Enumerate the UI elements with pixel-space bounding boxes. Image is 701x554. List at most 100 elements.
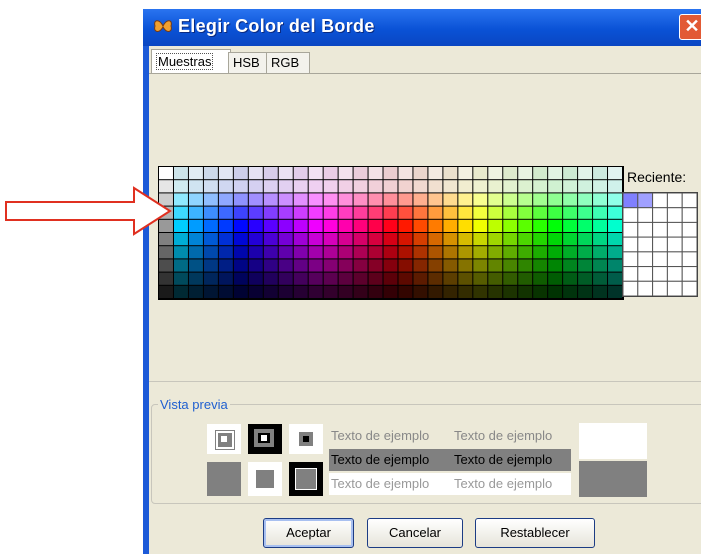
swatch-cell[interactable]	[218, 285, 233, 298]
swatch-cell[interactable]	[248, 233, 263, 246]
swatch-cell[interactable]	[278, 167, 293, 180]
recent-swatch-cell[interactable]	[622, 280, 639, 297]
swatch-cell[interactable]	[473, 246, 488, 259]
tab-muestras[interactable]: Muestras	[151, 49, 231, 74]
swatch-grid[interactable]	[158, 166, 624, 300]
swatch-cell[interactable]	[383, 219, 398, 232]
swatch-cell[interactable]	[308, 193, 323, 206]
swatch-cell[interactable]	[308, 285, 323, 298]
swatch-cell[interactable]	[218, 259, 233, 272]
swatch-cell[interactable]	[353, 246, 368, 259]
swatch-cell[interactable]	[593, 219, 608, 232]
swatch-cell[interactable]	[233, 167, 248, 180]
swatch-cell[interactable]	[278, 233, 293, 246]
swatch-cell[interactable]	[233, 233, 248, 246]
swatch-cell[interactable]	[443, 180, 458, 193]
swatch-cell[interactable]	[383, 246, 398, 259]
swatch-cell[interactable]	[248, 206, 263, 219]
swatch-cell[interactable]	[563, 193, 578, 206]
swatch-cell[interactable]	[323, 180, 338, 193]
swatch-cell[interactable]	[473, 180, 488, 193]
swatch-cell[interactable]	[383, 233, 398, 246]
swatch-cell[interactable]	[413, 233, 428, 246]
recent-swatch-cell[interactable]	[666, 207, 683, 223]
swatch-cell[interactable]	[548, 272, 563, 285]
swatch-cell[interactable]	[473, 193, 488, 206]
swatch-cell[interactable]	[203, 233, 218, 246]
tab-hsb[interactable]: HSB	[228, 52, 268, 73]
swatch-cell[interactable]	[443, 193, 458, 206]
swatch-cell[interactable]	[338, 167, 353, 180]
swatch-cell[interactable]	[338, 193, 353, 206]
swatch-cell[interactable]	[458, 206, 473, 219]
swatch-cell[interactable]	[428, 272, 443, 285]
swatch-cell[interactable]	[233, 285, 248, 298]
swatch-cell[interactable]	[233, 180, 248, 193]
swatch-cell[interactable]	[578, 206, 593, 219]
recent-swatch-cell[interactable]	[652, 236, 668, 253]
swatch-cell[interactable]	[368, 167, 383, 180]
swatch-cell[interactable]	[278, 206, 293, 219]
swatch-cell[interactable]	[548, 233, 563, 246]
swatch-cell[interactable]	[578, 246, 593, 259]
swatch-cell[interactable]	[338, 219, 353, 232]
swatch-cell[interactable]	[173, 233, 188, 246]
swatch-cell[interactable]	[608, 180, 622, 193]
swatch-cell[interactable]	[533, 180, 548, 193]
swatch-cell[interactable]	[159, 272, 173, 285]
swatch-cell[interactable]	[533, 233, 548, 246]
swatch-cell[interactable]	[488, 219, 503, 232]
swatch-cell[interactable]	[383, 167, 398, 180]
swatch-cell[interactable]	[383, 180, 398, 193]
swatch-cell[interactable]	[173, 167, 188, 180]
swatch-cell[interactable]	[293, 193, 308, 206]
swatch-cell[interactable]	[473, 206, 488, 219]
swatch-cell[interactable]	[398, 233, 413, 246]
swatch-cell[interactable]	[593, 285, 608, 298]
swatch-cell[interactable]	[323, 272, 338, 285]
swatch-cell[interactable]	[428, 206, 443, 219]
swatch-cell[interactable]	[308, 233, 323, 246]
swatch-cell[interactable]	[428, 193, 443, 206]
swatch-cell[interactable]	[428, 180, 443, 193]
close-button[interactable]: ✕	[679, 14, 701, 40]
swatch-cell[interactable]	[159, 167, 173, 180]
recent-swatch-cell[interactable]	[652, 251, 668, 268]
swatch-cell[interactable]	[323, 193, 338, 206]
recent-swatch-cell[interactable]	[637, 221, 654, 238]
swatch-cell[interactable]	[458, 180, 473, 193]
swatch-cell[interactable]	[413, 167, 428, 180]
swatch-cell[interactable]	[188, 180, 203, 193]
swatch-cell[interactable]	[398, 272, 413, 285]
swatch-cell[interactable]	[518, 219, 533, 232]
swatch-cell[interactable]	[233, 259, 248, 272]
swatch-cell[interactable]	[323, 219, 338, 232]
swatch-cell[interactable]	[188, 272, 203, 285]
swatch-cell[interactable]	[533, 246, 548, 259]
swatch-cell[interactable]	[518, 206, 533, 219]
swatch-cell[interactable]	[443, 246, 458, 259]
swatch-cell[interactable]	[488, 193, 503, 206]
swatch-cell[interactable]	[428, 167, 443, 180]
swatch-cell[interactable]	[159, 246, 173, 259]
swatch-cell[interactable]	[323, 167, 338, 180]
swatch-cell[interactable]	[608, 246, 622, 259]
swatch-cell[interactable]	[278, 259, 293, 272]
swatch-cell[interactable]	[443, 233, 458, 246]
recent-swatch-cell[interactable]	[666, 280, 683, 297]
swatch-cell[interactable]	[503, 246, 518, 259]
swatch-cell[interactable]	[338, 272, 353, 285]
recent-swatch-cell[interactable]	[622, 207, 639, 223]
swatch-cell[interactable]	[263, 193, 278, 206]
swatch-cell[interactable]	[248, 246, 263, 259]
swatch-cell[interactable]	[203, 259, 218, 272]
swatch-cell[interactable]	[323, 233, 338, 246]
swatch-cell[interactable]	[383, 272, 398, 285]
swatch-cell[interactable]	[263, 285, 278, 298]
swatch-cell[interactable]	[443, 259, 458, 272]
swatch-cell[interactable]	[608, 167, 622, 180]
swatch-cell[interactable]	[353, 285, 368, 298]
swatch-cell[interactable]	[218, 206, 233, 219]
swatch-cell[interactable]	[173, 259, 188, 272]
recent-swatch-cell[interactable]	[681, 236, 698, 253]
